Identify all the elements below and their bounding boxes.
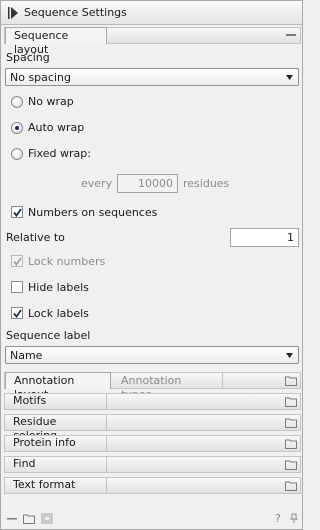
- annotation-layout-header[interactable]: Annotation layout Annotation types: [4, 372, 301, 401]
- minimize-icon[interactable]: [285, 30, 297, 41]
- residue-coloring-header[interactable]: Residue coloring: [4, 414, 301, 442]
- tab-sequence-layout[interactable]: Sequence layout: [5, 27, 107, 56]
- numbers-on-sequences-label: Numbers on sequences: [28, 206, 158, 219]
- checkmark-icon: [13, 257, 22, 266]
- folder-icon[interactable]: [285, 438, 297, 449]
- folder-icon[interactable]: [285, 396, 297, 407]
- panel-titlebar[interactable]: Sequence Settings: [1, 1, 302, 25]
- layout-icon[interactable]: [41, 513, 53, 524]
- folder-icon[interactable]: [285, 459, 297, 470]
- sequence-label-dropdown-value: Name: [10, 349, 43, 362]
- help-icon[interactable]: ?: [275, 512, 281, 525]
- panel-title: Sequence Settings: [24, 6, 127, 19]
- every-label: every: [81, 177, 113, 190]
- find-header[interactable]: Find: [4, 456, 301, 473]
- tab-annotation-layout[interactable]: Annotation layout: [5, 372, 111, 401]
- lock-labels-checkbox[interactable]: [11, 307, 23, 319]
- sequence-layout-header[interactable]: Sequence layout: [4, 27, 301, 56]
- chevron-down-icon: [286, 75, 293, 80]
- tab-annotation-types[interactable]: Annotation types: [113, 373, 223, 401]
- every-residues-input[interactable]: 10000: [117, 174, 178, 193]
- relative-to-label: Relative to: [6, 231, 65, 244]
- hide-labels-label: Hide labels: [28, 281, 89, 294]
- numbers-on-sequences-checkbox[interactable]: [11, 206, 23, 218]
- auto-wrap-label: Auto wrap: [28, 121, 85, 134]
- tab-text-format[interactable]: Text format: [5, 477, 107, 494]
- no-wrap-radio[interactable]: [11, 96, 23, 108]
- sequence-label-label: Sequence label: [6, 329, 91, 342]
- folder-icon[interactable]: [285, 480, 297, 491]
- checkmark-icon: [13, 309, 22, 318]
- lock-labels-label: Lock labels: [28, 307, 89, 320]
- tab-protein-info[interactable]: Protein info: [5, 435, 107, 452]
- tab-motifs[interactable]: Motifs: [5, 393, 107, 410]
- lock-numbers-checkbox[interactable]: [11, 255, 23, 267]
- spacing-dropdown-value: No spacing: [10, 71, 71, 84]
- folder-icon[interactable]: [285, 417, 297, 428]
- relative-to-input[interactable]: 1: [230, 228, 299, 247]
- bottom-toolbar: ?: [1, 509, 302, 529]
- minimize-icon[interactable]: [6, 513, 18, 524]
- fixed-wrap-label: Fixed wrap:: [28, 147, 91, 160]
- text-format-header[interactable]: Text format: [4, 477, 301, 494]
- fixed-wrap-radio[interactable]: [11, 148, 23, 160]
- no-wrap-label: No wrap: [28, 95, 74, 108]
- residues-label: residues: [183, 177, 230, 190]
- sequence-settings-panel: Sequence Settings Sequence layout Spacin…: [0, 0, 303, 530]
- collapse-panel-icon[interactable]: [8, 7, 18, 19]
- pin-icon[interactable]: [289, 513, 299, 524]
- tab-residue-coloring[interactable]: Residue coloring: [5, 414, 107, 442]
- tab-find[interactable]: Find: [5, 456, 107, 473]
- spacing-label: Spacing: [6, 51, 50, 64]
- hide-labels-checkbox[interactable]: [11, 281, 23, 293]
- lock-numbers-label: Lock numbers: [28, 255, 106, 268]
- checkmark-icon: [13, 208, 22, 217]
- chevron-down-icon: [286, 353, 293, 358]
- spacing-dropdown[interactable]: No spacing: [5, 68, 299, 86]
- folder-icon[interactable]: [23, 513, 35, 524]
- protein-info-header[interactable]: Protein info: [4, 435, 301, 452]
- auto-wrap-radio[interactable]: [11, 122, 23, 134]
- sequence-label-dropdown[interactable]: Name: [5, 346, 299, 364]
- motifs-header[interactable]: Motifs: [4, 393, 301, 410]
- folder-icon[interactable]: [285, 375, 297, 386]
